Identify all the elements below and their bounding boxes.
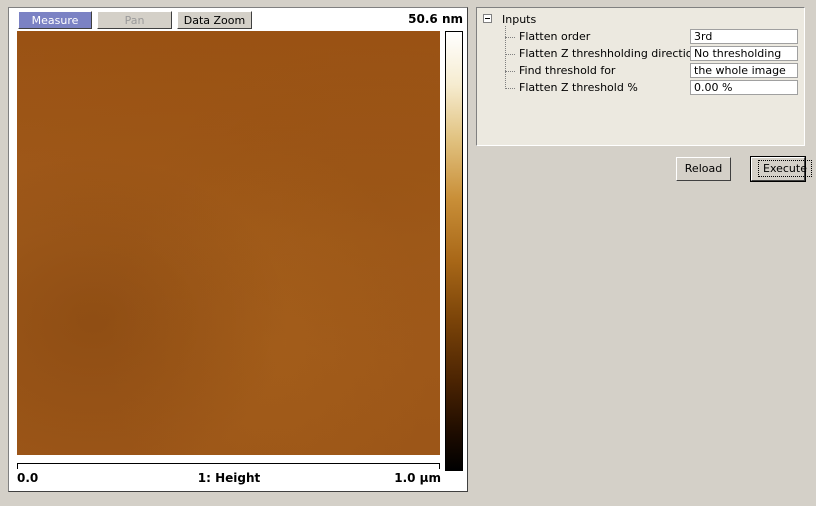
tree-connector	[505, 71, 515, 72]
tree-connector	[505, 54, 515, 55]
flatten-order-field[interactable]: 3rd	[690, 29, 798, 44]
pan-button[interactable]: Pan	[97, 11, 172, 29]
tree-connector	[505, 88, 515, 89]
find-threshold-field[interactable]: the whole image	[690, 63, 798, 78]
image-viewer-panel: Measure Pan Data Zoom 50.6 nm 0.0 1: Hei…	[8, 7, 468, 492]
threshold-percent-field[interactable]: 0.00 %	[690, 80, 798, 95]
collapse-icon[interactable]	[483, 14, 492, 23]
x-axis-max-label: 1.0 µm	[394, 471, 441, 485]
param-label: Flatten Z threshholding direction	[519, 47, 700, 60]
param-row-threshold-direction: Flatten Z threshholding direction No thr…	[505, 46, 805, 61]
channel-label: 1: Height	[197, 471, 261, 485]
param-row-find-threshold: Find threshold for the whole image	[505, 63, 805, 78]
parameter-panel: Inputs Flatten order 3rd Flatten Z thres…	[476, 7, 805, 146]
param-label: Find threshold for	[519, 64, 616, 77]
color-scale-bar	[445, 31, 463, 471]
tree-connector	[505, 37, 515, 38]
z-scale-max-label: 50.6 nm	[408, 12, 463, 26]
param-label: Flatten order	[519, 30, 591, 43]
execute-button-label: Execute	[758, 160, 812, 177]
execute-button[interactable]: Execute	[750, 156, 812, 182]
param-label: Flatten Z threshold %	[519, 81, 638, 94]
height-image[interactable]	[17, 31, 440, 455]
inputs-tree-node[interactable]: Inputs	[502, 13, 536, 26]
reload-button[interactable]: Reload	[676, 157, 731, 181]
threshold-direction-field[interactable]: No thresholding	[690, 46, 798, 61]
param-row-flatten-order: Flatten order 3rd	[505, 29, 805, 44]
measure-button[interactable]: Measure	[18, 11, 92, 29]
param-row-threshold-percent: Flatten Z threshold % 0.00 %	[505, 80, 805, 95]
data-zoom-button[interactable]: Data Zoom	[177, 11, 252, 29]
x-scale-line	[17, 463, 440, 469]
